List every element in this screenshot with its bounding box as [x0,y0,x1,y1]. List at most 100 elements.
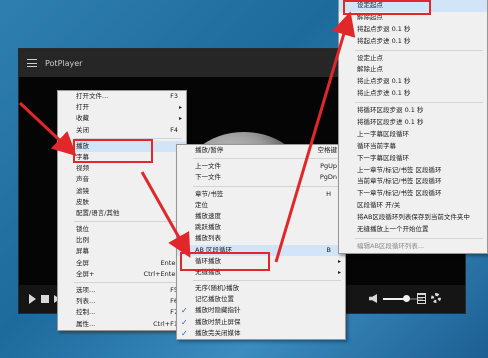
menu-item-label: 当前章节/标记/书签 区段循环 [357,177,442,186]
menu-separator [74,282,182,283]
menu-item[interactable]: 配置/语言/其他▸ [58,208,186,219]
menu-item[interactable]: 定位▸ [177,200,345,211]
menu-separator [355,49,483,51]
menu-item-label: 下一章节/标记/书签 区段循环 [357,189,442,198]
menu-item-label: 声音 [76,175,89,184]
menu-item[interactable]: 无序(随机)播放 [177,283,345,294]
menu-item[interactable]: 将循环区段步进 0.1 秒 [339,117,487,129]
menu-item[interactable]: 全屏+ Ctrl+Enter [58,269,186,280]
menu-item[interactable]: 比例▸ [58,235,186,246]
menu-item-label: 全屏+ [76,269,95,278]
menu-item[interactable]: 播放/暂停 空格键 [177,145,345,156]
menu-separator [193,280,341,282]
menu-item[interactable]: 播放速度▸ [177,211,345,222]
menu-item-label: 下一文件 [195,173,221,182]
menu-item[interactable]: ✓ 播放时隐藏指针 [177,305,345,316]
menu-item[interactable]: 将止点步退 0.1 秒 [339,76,487,88]
menu-item-shortcut: PgDn [319,173,337,182]
menu-item-label: 视频 [76,164,89,173]
menu-item[interactable]: 上一字幕区段循环 [339,129,487,141]
menu-item[interactable]: 下一文件 PgDn [177,172,345,183]
menu-item[interactable]: 锁位 [58,224,186,235]
menu-item[interactable]: 选项... F5 [58,285,186,296]
menu-item[interactable]: 将循环区段步退 0.1 秒 [339,105,487,117]
context-menu-play: 播放/暂停空格键上一文件PgUp下一文件PgDn章节/书签H▸定位▸播放速度▸跳… [176,144,346,340]
menu-item-label: 编辑AB区段循环列表... [357,241,425,250]
menu-item-label: 将AB区段循环列表保存到当前文件夹中 [357,213,470,222]
menu-item[interactable]: ✓ 播放完关闭媒体 [177,328,345,339]
menu-item[interactable]: 跳跃播放▸ [177,222,345,233]
menu-item[interactable]: 上一章节/标记/书签 区段循环 [339,165,487,177]
chevron-right-icon: ▸ [337,268,341,276]
menu-item-shortcut: H [326,189,331,198]
menu-item-label: 配置/语言/其他 [76,208,120,217]
menu-item[interactable]: 滤镜▸ [58,186,186,197]
menu-item[interactable]: 将AB区段循环列表保存到当前文件夹中 [339,212,487,224]
menu-item-label: 无缝播放上一个开始位置 [357,225,429,234]
menu-item-label: 打开 [76,103,89,112]
menu-item[interactable]: 列表... F6 [58,296,186,307]
menu-item[interactable]: 设定止点 [339,53,487,65]
menu-item[interactable]: 全屏 Enter [58,258,186,269]
menu-item[interactable]: 下一字幕区段循环 [339,153,487,165]
menu-item[interactable]: 打开文件... F3 [58,91,186,102]
menu-item[interactable]: 打开 ▸ [58,102,186,113]
menu-item[interactable]: 关闭 F4 [58,125,186,136]
menu-item-label: 播放时隐藏指针 [195,306,241,315]
gear-icon[interactable] [431,293,441,303]
menu-item[interactable]: 皮肤▸ [58,197,186,208]
menu-item-label: 将循环区段步进 0.1 秒 [357,118,424,127]
play-icon[interactable] [29,294,36,304]
menu-item-label: 将止点步进 0.1 秒 [357,89,411,98]
menu-item[interactable]: 无缝播放上一个开始位置 [339,224,487,236]
menu-item[interactable]: 章节/书签H▸ [177,189,345,200]
menu-item-label: 锁位 [76,225,89,234]
volume-icon[interactable] [369,294,377,303]
menu-item[interactable]: ✓ 播放时禁止屏保 [177,317,345,328]
menu-item-label: 滤镜 [76,186,89,195]
menu-item[interactable]: 收藏 ▸ [58,113,186,124]
menu-item-label: 播放完关闭媒体 [195,328,241,337]
menu-separator [355,102,483,104]
menu-item-label: 播放速度 [195,211,221,220]
menu-item[interactable]: 屏幕▸ [58,246,186,257]
menu-item[interactable]: 将起点步进 0.1 秒 [339,36,487,48]
menu-item-label: 打开文件... [76,92,109,100]
chevron-right-icon: ▸ [178,115,182,123]
menu-item[interactable]: 将止点步进 0.1 秒 [339,88,487,100]
menu-item-shortcut: F4 [170,125,178,134]
volume-knob[interactable] [403,295,410,302]
menu-item-label: 皮肤 [76,197,89,206]
menu-item[interactable]: 播放列表▸ [177,233,345,244]
menu-item-label: 播放列表 [195,234,221,243]
context-menu-main: 打开文件...F3打开▸收藏▸关闭F4播放▸字幕▸视频▸声音▸滤镜▸皮肤▸配置/… [57,90,187,331]
menu-item[interactable]: 当前章节/标记/书签 区段循环 [339,176,487,188]
menu-separator [74,221,182,223]
playlist-icon[interactable] [417,293,426,304]
menu-icon[interactable] [27,59,37,67]
check-icon: ✓ [181,328,188,338]
stop-icon[interactable] [41,295,49,303]
context-menu-ab-loop: 设定起点 解除起点 将起点步退 0.1 秒将起点步进 0.1 秒设定止点 解除止点 将止… [338,0,488,254]
menu-item-label: 设定止点 [357,53,383,62]
menu-item-label: 解除止点 [357,65,383,74]
menu-item: 编辑AB区段循环列表... [339,241,487,253]
window-title: PotPlayer [45,58,83,68]
menu-item-label: 记忆播放位置 [195,295,234,304]
menu-item-label: 跳跃播放 [195,223,221,232]
menu-item[interactable]: 下一章节/标记/书签 区段循环 [339,188,487,200]
menu-separator [193,158,341,160]
menu-item[interactable]: 记忆播放位置 [177,294,345,305]
menu-item-label: 区段循环 开/关 [357,201,401,210]
menu-item-label: 控制... [76,308,96,317]
menu-item[interactable]: 视频▸ [58,163,186,174]
menu-item[interactable]: 解除止点 [339,64,487,76]
menu-item[interactable]: 声音▸ [58,174,186,185]
menu-item[interactable]: 区段循环 开/关 [339,200,487,212]
menu-item[interactable]: 循环当前字幕 [339,141,487,153]
chevron-right-icon: ▸ [178,104,182,112]
menu-item[interactable]: 属性... Ctrl+F1 [58,319,186,330]
menu-item[interactable]: 控制... F7 [58,307,186,318]
menu-item[interactable]: 上一文件 PgUp [177,161,345,172]
menu-item[interactable]: 将起点步退 0.1 秒 [339,24,487,36]
